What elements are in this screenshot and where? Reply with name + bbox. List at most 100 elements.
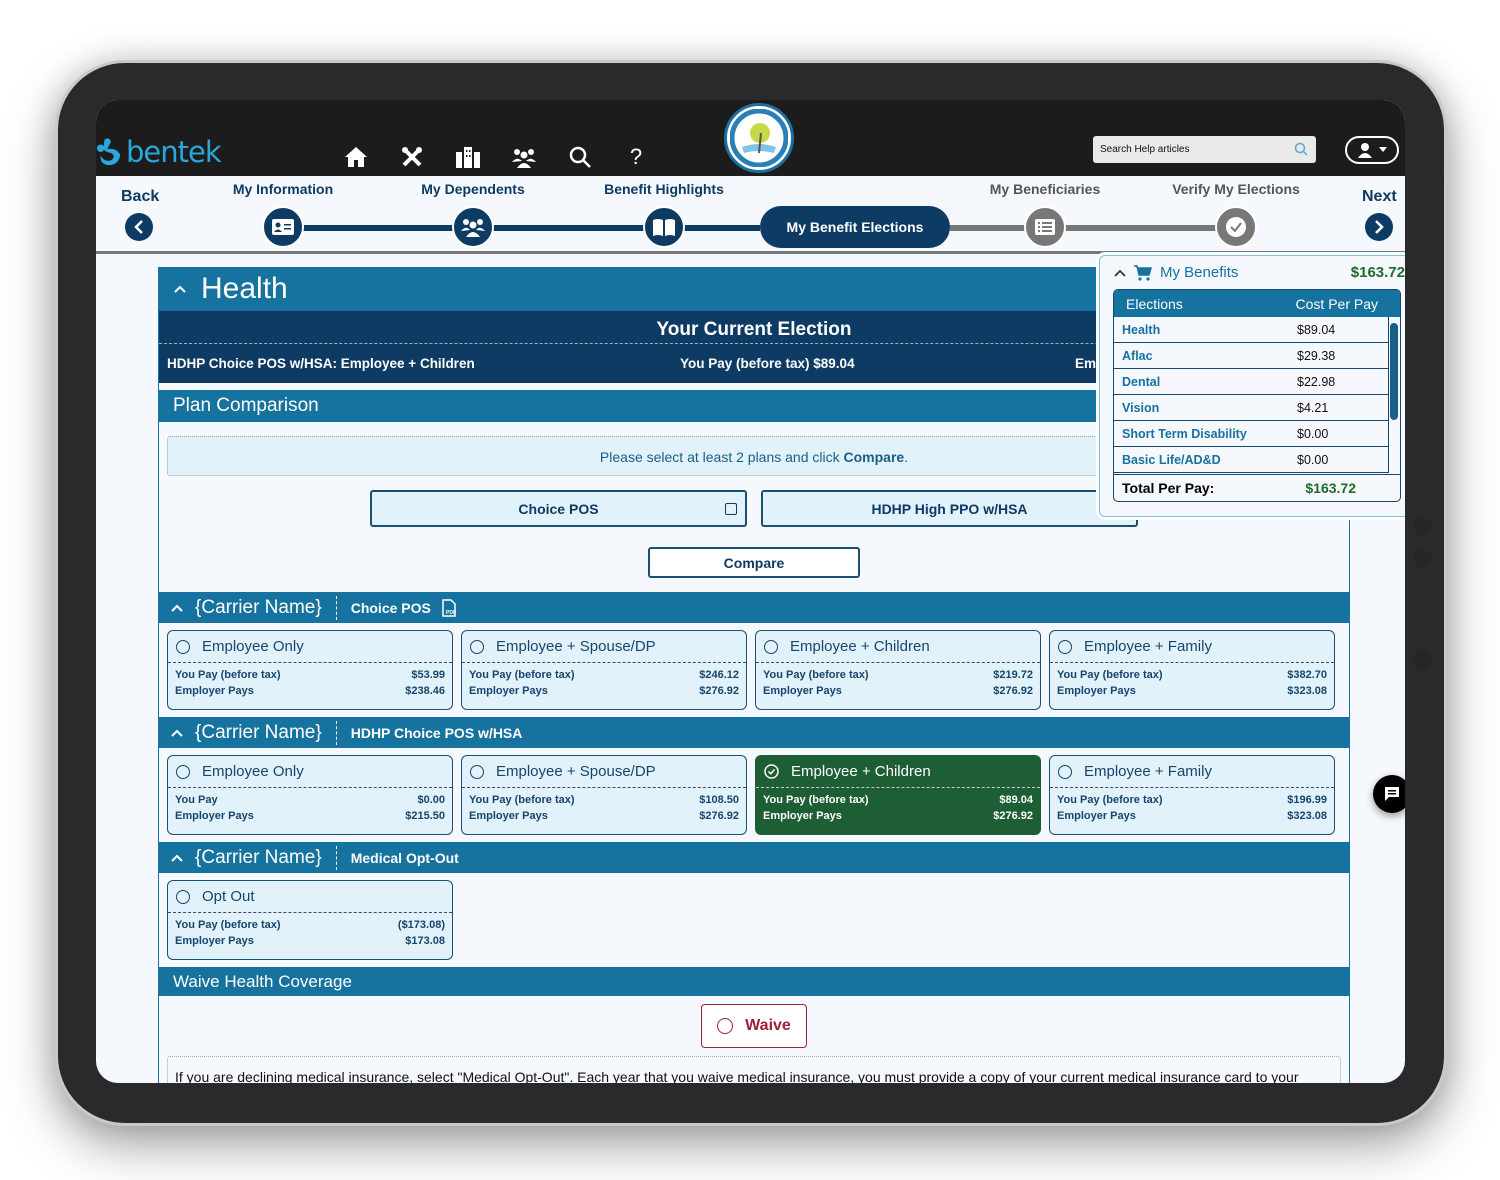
you-pay-value: $219.72	[993, 669, 1033, 681]
progress-line-pending	[950, 225, 1236, 231]
plan-name: Choice POS	[350, 599, 431, 616]
tier-card[interactable]: Employee + Children You Pay (before tax)…	[755, 755, 1041, 835]
step-my-dependents[interactable]	[452, 206, 494, 248]
tier-card[interactable]: Employee + Spouse/DP You Pay (before tax…	[461, 630, 747, 710]
you-pay-label: You Pay (before tax)	[1057, 794, 1163, 806]
employer-pays-value: $276.92	[699, 810, 739, 822]
tier-name: Employee Only	[202, 763, 304, 780]
step-verify-my-elections[interactable]	[1215, 206, 1257, 248]
compare-button[interactable]: Compare	[648, 547, 860, 578]
carrier-name-text: {Carrier Name}	[195, 846, 322, 868]
compare-plan-hdhp-high-ppo[interactable]: HDHP High PPO w/HSA	[761, 490, 1138, 527]
tier-card[interactable]: Employee + Family You Pay (before tax) $3…	[1049, 630, 1335, 710]
benefit-row[interactable]: Health $89.04	[1114, 317, 1389, 343]
info-text-bold: Compare	[843, 449, 905, 465]
tools-icon[interactable]	[384, 144, 440, 170]
chevron-up-icon	[171, 729, 183, 737]
help-icon[interactable]: ?	[608, 144, 664, 170]
progress-line-complete	[283, 225, 760, 231]
compare-plan-label: HDHP High PPO w/HSA	[871, 500, 1028, 517]
back-button[interactable]	[125, 213, 153, 241]
user-icon	[1358, 143, 1372, 158]
employer-pays-label: Employer Pays	[763, 685, 842, 697]
my-benefits-panel: My Benefits $163.72 Elections Cost Per Pa…	[1099, 255, 1405, 517]
benefit-row[interactable]: Short Term Disability $0.00	[1114, 421, 1389, 447]
you-pay-label: You Pay (before tax)	[469, 794, 575, 806]
search-icon[interactable]	[552, 144, 608, 170]
book-icon	[653, 219, 675, 236]
employer-pays-label: Employer Pays	[175, 935, 254, 947]
compare-plan-choice-pos[interactable]: Choice POS	[370, 490, 747, 527]
caret-down-icon	[1379, 147, 1387, 152]
benefit-cost: $0.00	[1297, 452, 1329, 467]
tier-name: Employee + Children	[791, 763, 931, 780]
benefit-name[interactable]: Short Term Disability	[1122, 427, 1297, 441]
tier-card[interactable]: Employee + Children You Pay (before tax)…	[755, 630, 1041, 710]
progress-stepper: Back Next My Information My Dependents B…	[96, 176, 1405, 254]
help-search-input[interactable]: Search Help articles	[1093, 136, 1316, 163]
you-pay-label: You Pay (before tax)	[763, 794, 869, 806]
benefit-row[interactable]: Aflac $29.38	[1114, 343, 1389, 369]
tier-card[interactable]: Employee + Family You Pay (before tax) $1…	[1049, 755, 1335, 835]
bentek-logo[interactable]: bentek	[96, 135, 222, 169]
you-pay-value: $246.12	[699, 669, 739, 681]
employer-pays-value: $215.50	[405, 810, 445, 822]
employer-pays-value: $323.08	[1287, 685, 1327, 697]
next-button[interactable]	[1365, 213, 1393, 241]
chevron-left-icon	[134, 220, 143, 234]
step-my-beneficiaries[interactable]	[1024, 206, 1066, 248]
waive-label: Waive	[745, 1017, 791, 1034]
benefit-name[interactable]: Health	[1122, 323, 1297, 337]
tier-card[interactable]: Employee Only You Pay (before tax) $53.99…	[167, 630, 453, 710]
people-icon[interactable]	[496, 144, 552, 170]
benefits-table: Elections Cost Per Pay Health $89.04 Aflac $…	[1113, 289, 1401, 502]
tier-card[interactable]: Opt Out You Pay (before tax) ($173.08) Em…	[167, 880, 453, 960]
my-benefits-title: My Benefits	[1160, 264, 1239, 281]
scrollbar[interactable]	[1390, 323, 1398, 420]
buildings-icon[interactable]	[440, 144, 496, 170]
carrier-header[interactable]: {Carrier Name} Medical Opt-Out	[159, 842, 1349, 873]
step-benefit-highlights[interactable]	[643, 206, 685, 248]
search-icon	[1294, 142, 1308, 156]
chat-button[interactable]	[1373, 775, 1405, 813]
benefit-name[interactable]: Basic Life/AD&D	[1122, 453, 1297, 467]
radio-icon	[176, 764, 190, 779]
carrier-header[interactable]: {Carrier Name} Choice POS PDF	[159, 592, 1349, 623]
employer-pays-label: Employer Pays	[1057, 810, 1136, 822]
home-icon[interactable]	[328, 144, 384, 170]
chevron-up-icon	[174, 285, 186, 293]
waive-button[interactable]: Waive	[701, 1004, 807, 1048]
tablet-sensor	[1412, 650, 1432, 670]
benefit-name[interactable]: Dental	[1122, 375, 1297, 389]
top-nav: ?	[328, 144, 664, 170]
user-menu-button[interactable]	[1345, 136, 1399, 164]
benefit-name[interactable]: Aflac	[1122, 349, 1297, 363]
compare-plan-label: Choice POS	[518, 500, 599, 517]
tier-card[interactable]: Employee Only You Pay $0.00 Employer Pays…	[167, 755, 453, 835]
benefits-total-row: Total Per Pay: $163.72	[1114, 474, 1400, 501]
radio-icon	[1058, 764, 1072, 779]
tier-card[interactable]: Employee + Spouse/DP You Pay (before tax…	[461, 755, 747, 835]
carrier-name: {Carrier Name}	[159, 595, 337, 620]
chevron-up-icon	[1114, 269, 1126, 277]
svg-text:PDF: PDF	[446, 610, 456, 616]
benefit-row[interactable]: Basic Life/AD&D $0.00	[1114, 447, 1389, 473]
benefit-row[interactable]: Vision $4.21	[1114, 395, 1389, 421]
employer-pays-value: $173.08	[405, 935, 445, 947]
benefit-name[interactable]: Vision	[1122, 401, 1297, 415]
waive-note: If you are declining medical insurance, …	[167, 1056, 1341, 1083]
tier-row: Opt Out You Pay (before tax) ($173.08) Em…	[159, 873, 1349, 967]
carrier-name-text: {Carrier Name}	[195, 596, 322, 618]
employer-pays-label: Employer Pays	[469, 685, 548, 697]
tier-name: Employee + Spouse/DP	[496, 763, 656, 780]
step-my-benefit-elections[interactable]: My Benefit Elections	[760, 206, 950, 248]
checkbox-icon[interactable]	[725, 503, 737, 515]
benefit-row[interactable]: Dental $22.98	[1114, 369, 1389, 395]
step-my-information[interactable]	[262, 206, 304, 248]
benefit-cost: $29.38	[1297, 348, 1336, 363]
benefit-cost: $89.04	[1297, 322, 1336, 337]
back-label: Back	[121, 188, 160, 205]
app-screen: bentek ? Search Help articles Back Next	[96, 100, 1405, 1083]
pdf-icon[interactable]: PDF	[441, 598, 457, 617]
carrier-header[interactable]: {Carrier Name} HDHP Choice POS w/HSA	[159, 717, 1349, 748]
